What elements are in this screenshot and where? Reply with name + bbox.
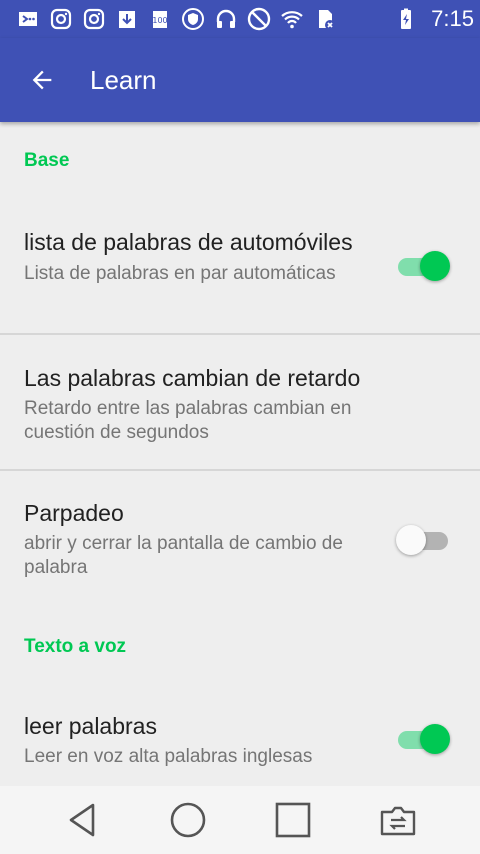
- pref-auto-word-list[interactable]: lista de palabras de automóviles Lista d…: [0, 198, 480, 333]
- switch-app-icon: [380, 806, 415, 836]
- nav-home-button[interactable]: [158, 790, 218, 850]
- nav-switch-app-button[interactable]: [368, 790, 428, 850]
- settings-list[interactable]: Base lista de palabras de automóviles Li…: [0, 122, 480, 786]
- pref-blink-title: Parpadeo: [24, 500, 124, 526]
- status-bar: 100 7:15: [0, 0, 480, 38]
- pref-blink[interactable]: Parpadeo abrir y cerrar la pantalla de c…: [0, 471, 480, 595]
- switch-thumb: [420, 251, 450, 281]
- pref-word-change-delay[interactable]: Las palabras cambian de retardo Retardo …: [0, 335, 480, 469]
- pref-read-words[interactable]: leer palabras Leer en voz alta palabras …: [0, 682, 480, 786]
- instagram-icon: [82, 7, 106, 31]
- back-triangle-icon: [69, 803, 94, 837]
- auto-word-list-switch[interactable]: [396, 250, 452, 282]
- arrow-back-icon: [32, 70, 52, 90]
- instagram-icon: [49, 7, 73, 31]
- read-words-switch[interactable]: [396, 723, 452, 755]
- page-title: Learn: [90, 64, 157, 95]
- battery-charging-icon: [394, 7, 418, 31]
- svg-text:100: 100: [152, 16, 167, 25]
- pref-blink-summary: abrir y cerrar la pantalla de cambio de …: [24, 533, 343, 578]
- battery-saver-icon: 100: [148, 7, 172, 31]
- sim-card-icon: [313, 7, 337, 31]
- do-not-disturb-icon: [247, 7, 271, 31]
- download-icon: [115, 7, 139, 31]
- headphones-icon: [214, 7, 238, 31]
- pref-auto-word-list-title: lista de palabras de automóviles: [24, 229, 353, 255]
- system-nav-bar: [0, 786, 480, 854]
- nav-back-button[interactable]: [53, 790, 113, 850]
- status-clock: 7:15: [431, 6, 474, 31]
- pref-word-change-delay-title: Las palabras cambian de retardo: [24, 365, 361, 391]
- category-text-to-speech: Texto a voz: [24, 636, 127, 657]
- category-base: Base: [24, 150, 70, 171]
- blink-switch[interactable]: [396, 524, 452, 556]
- pref-read-words-summary: Leer en voz alta palabras inglesas: [24, 746, 313, 767]
- home-circle-icon: [170, 802, 205, 838]
- app-bar: Learn: [0, 38, 480, 122]
- nav-recents-button[interactable]: [263, 790, 323, 850]
- pref-read-words-title: leer palabras: [24, 713, 157, 739]
- recents-square-icon: [275, 802, 310, 838]
- switch-thumb: [396, 525, 426, 555]
- back-button[interactable]: [12, 50, 72, 110]
- wifi-icon: [280, 7, 304, 31]
- vpn-shield-icon: [181, 7, 205, 31]
- pref-word-change-delay-summary: Retardo entre las palabras cambian en cu…: [24, 398, 352, 443]
- switch-thumb: [420, 724, 450, 754]
- notification-icon: [16, 7, 40, 31]
- pref-auto-word-list-summary: Lista de palabras en par automáticas: [24, 263, 336, 284]
